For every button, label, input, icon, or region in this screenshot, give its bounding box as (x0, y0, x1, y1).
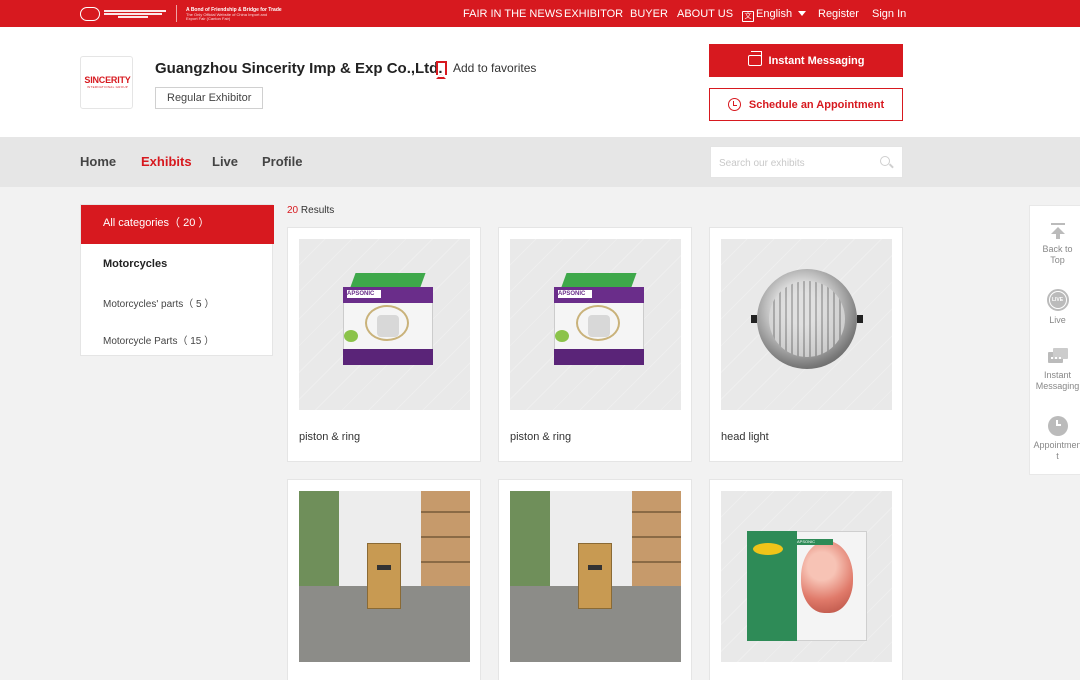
live-button[interactable]: LIVE Live (1030, 289, 1080, 326)
clock-icon (1047, 416, 1068, 436)
clock-icon (727, 98, 741, 111)
results-count: 20 Results (287, 205, 335, 216)
instant-messaging-float-button[interactable]: Instant Messaging (1030, 348, 1080, 392)
back-to-top-button[interactable]: Back to Top (1030, 222, 1080, 266)
register-link[interactable]: Register (818, 0, 859, 27)
nav-exhibitor[interactable]: EXHIBITOR (564, 0, 623, 27)
product-card[interactable] (287, 479, 481, 680)
appointment-float-button[interactable]: Appointment (1030, 416, 1080, 462)
fair-emblem-icon (80, 6, 100, 21)
company-name: Guangzhou Sincerity Imp & Exp Co.,Ltd. (155, 60, 443, 77)
nav-buyer[interactable]: BUYER (630, 0, 668, 27)
nav-fair-in-the-news[interactable]: FAIR IN THE NEWS (463, 0, 562, 27)
product-image (299, 491, 470, 662)
chat-icon (1047, 348, 1068, 366)
tab-profile[interactable]: Profile (262, 154, 302, 169)
nav-about-us[interactable]: ABOUT US (677, 0, 733, 27)
logo-subline: The Only Official Website of China Impor… (186, 11, 268, 21)
canton-fair-logo[interactable]: A Bond of Friendship & Bridge for Trade … (80, 3, 282, 24)
category-item-motorcycle-parts[interactable]: Motorcycle Parts（ 15 ） (103, 332, 214, 347)
signin-link[interactable]: Sign In (872, 0, 906, 27)
product-image: APSONIC (510, 239, 681, 410)
top-bar: A Bond of Friendship & Bridge for Trade … (0, 0, 1080, 27)
exhibitor-badge: Regular Exhibitor (155, 87, 264, 109)
product-image (721, 239, 892, 410)
product-card[interactable]: APSONIC piston & ring (498, 227, 692, 462)
product-image: APSONIC (721, 491, 892, 662)
company-logo: SINCERITY INTERNATIONAL GROUP (80, 56, 133, 109)
tab-exhibits[interactable]: Exhibits (141, 154, 192, 169)
search-box (710, 146, 903, 178)
floating-toolbar: Back to Top LIVE Live Instant Messaging … (1029, 205, 1080, 475)
schedule-appointment-button[interactable]: Schedule an Appointment (709, 88, 903, 121)
product-card[interactable]: APSONIC (709, 479, 903, 680)
product-title: piston & ring (299, 431, 361, 443)
language-icon: 文 (742, 11, 754, 22)
tab-home[interactable]: Home (80, 154, 116, 169)
search-icon[interactable] (880, 156, 890, 166)
product-card[interactable]: head light (709, 227, 903, 462)
product-image: APSONIC (299, 239, 470, 410)
product-card[interactable]: APSONIC piston & ring (287, 227, 481, 462)
company-header: SINCERITY INTERNATIONAL GROUP Guangzhou … (0, 27, 1080, 137)
chat-icon (747, 51, 762, 66)
live-icon: LIVE (1046, 289, 1069, 311)
category-sidebar: All categories（ 20 ） Motorcycles Motorcy… (80, 204, 274, 356)
product-title: head light (721, 431, 769, 443)
language-selector[interactable]: 文 English (742, 0, 807, 27)
tab-live[interactable]: Live (212, 154, 238, 169)
category-group-motorcycles[interactable]: Motorcycles (103, 258, 167, 270)
tab-bar: Home Exhibits Live Profile (0, 137, 1080, 187)
product-image (510, 491, 681, 662)
chevron-down-icon (798, 11, 807, 16)
product-card[interactable] (498, 479, 692, 680)
arrow-up-icon (1048, 222, 1068, 240)
search-input[interactable] (719, 155, 869, 171)
category-item-motorcycles-parts[interactable]: Motorcycles' parts（ 5 ） (103, 295, 214, 310)
add-to-favorites-button[interactable]: Add to favorites (436, 61, 536, 79)
category-all[interactable]: All categories（ 20 ） (81, 205, 274, 244)
product-title: piston & ring (510, 431, 572, 443)
instant-messaging-button[interactable]: Instant Messaging (709, 44, 903, 77)
bookmark-icon (436, 61, 447, 79)
